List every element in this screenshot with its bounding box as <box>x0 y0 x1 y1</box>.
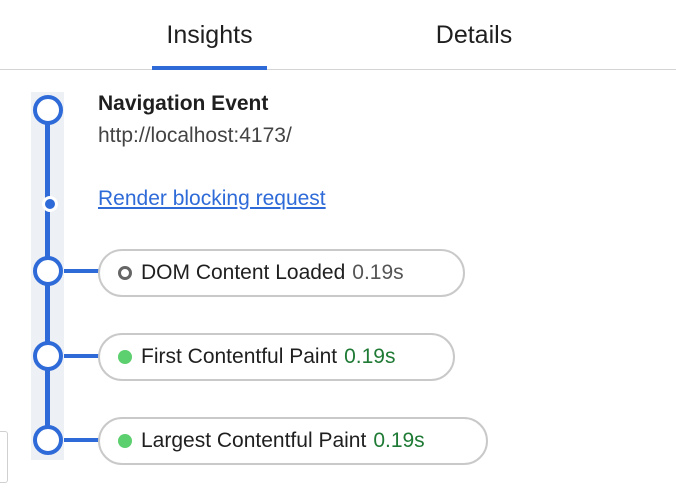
event-label: First Contentful Paint <box>141 345 338 368</box>
event-label: Largest Contentful Paint <box>141 429 367 452</box>
fcp-node-icon <box>33 341 63 371</box>
event-time: 0.19s <box>352 261 404 284</box>
navigation-url: http://localhost:4173/ <box>98 124 292 147</box>
event-time: 0.19s <box>344 345 396 368</box>
navigation-node-icon <box>33 95 63 125</box>
active-tab-indicator <box>152 66 267 70</box>
first-contentful-paint-pill[interactable]: First Contentful Paint 0.19s <box>98 333 455 381</box>
green-dot-icon <box>118 434 132 448</box>
render-blocking-request-link[interactable]: Render blocking request <box>98 187 326 211</box>
hollow-circle-icon <box>118 266 132 280</box>
green-dot-icon <box>118 350 132 364</box>
insights-panel: Insights Details Navigation Event http:/… <box>0 0 676 504</box>
render-blocking-dot-icon <box>42 196 58 212</box>
tab-insights[interactable]: Insights <box>152 0 267 70</box>
dom-loaded-node-icon <box>33 256 63 286</box>
dom-loaded-connector <box>64 269 100 273</box>
fcp-connector <box>64 354 100 358</box>
tab-details[interactable]: Details <box>413 0 535 70</box>
lcp-connector <box>64 438 100 442</box>
event-time: 0.19s <box>373 429 425 452</box>
dom-content-loaded-pill[interactable]: DOM Content Loaded 0.19s <box>98 249 465 297</box>
largest-contentful-paint-pill[interactable]: Largest Contentful Paint 0.19s <box>98 417 488 465</box>
panel-resize-handle[interactable] <box>0 431 8 483</box>
lcp-node-icon <box>33 425 63 455</box>
tab-bar: Insights Details <box>0 0 676 70</box>
navigation-event-title: Navigation Event <box>98 92 269 115</box>
event-label: DOM Content Loaded <box>141 261 346 284</box>
